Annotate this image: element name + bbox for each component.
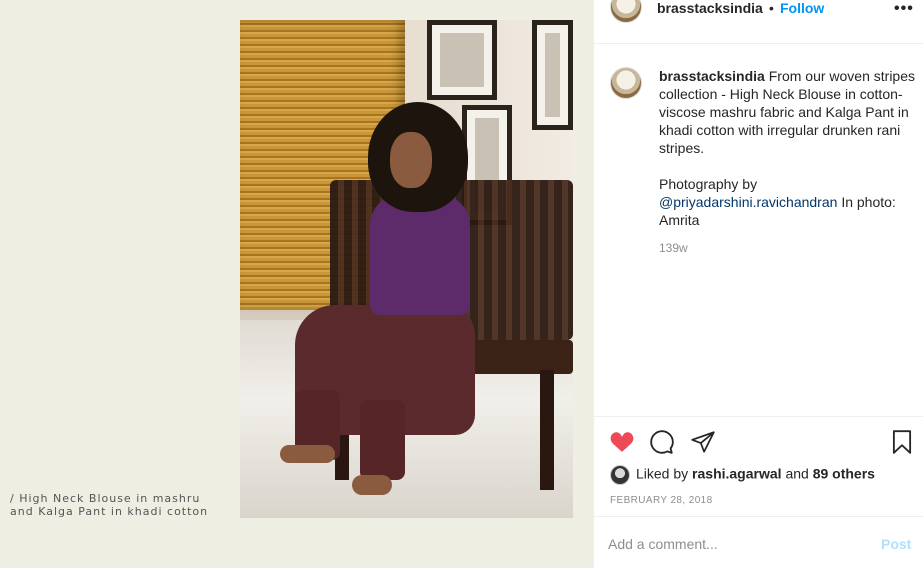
post-button[interactable]: Post [881,536,911,552]
image-caption-line: and Kalga Pant in khadi cotton [10,505,209,518]
comment-body: brasstacksindia From our woven stripes c… [659,67,917,229]
image-caption: / High Neck Blouse in mashru and Kalga P… [10,492,208,518]
comment-icon[interactable] [648,429,676,455]
likes-joiner: and [785,465,809,482]
header-username[interactable]: brasstacksindia [657,0,763,16]
comment-timestamp[interactable]: 139w [659,241,688,255]
comment-username[interactable]: brasstacksindia [659,68,765,84]
likes-prefix: Liked by [636,465,689,482]
share-icon[interactable] [689,429,717,455]
post-sidebar: brasstacksindia • Follow ••• brasstacksi… [593,0,923,568]
avatar[interactable] [610,67,642,99]
comment-credit-prefix: Photography by [659,176,758,192]
heart-icon[interactable] [608,429,636,455]
image-caption-line: / High Neck Blouse in mashru [10,492,201,505]
mention-link[interactable]: @priyadarshini.ravichandran [659,194,837,210]
liker-username[interactable]: rashi.agarwal [692,466,782,482]
follow-button[interactable]: Follow [780,0,824,16]
post-photo[interactable] [240,20,573,518]
post-header: brasstacksindia • Follow ••• [594,0,923,44]
likes-others[interactable]: 89 others [813,466,875,482]
action-bar: Liked by rashi.agarwal and 89 others FEB… [594,416,923,516]
bookmark-icon[interactable] [889,429,915,455]
avatar[interactable] [610,0,642,23]
likes-summary: Liked by rashi.agarwal and 89 others [610,465,875,485]
post-date[interactable]: FEBRUARY 28, 2018 [610,495,713,506]
wall-frame [532,20,573,130]
separator-dot: • [769,0,774,16]
wall-frame [427,20,497,100]
post-media: / High Neck Blouse in mashru and Kalga P… [0,0,593,568]
comment-input[interactable] [608,533,868,555]
add-comment-bar: Post [594,516,923,568]
liker-avatar[interactable] [610,465,630,485]
more-options-icon[interactable]: ••• [894,0,914,18]
